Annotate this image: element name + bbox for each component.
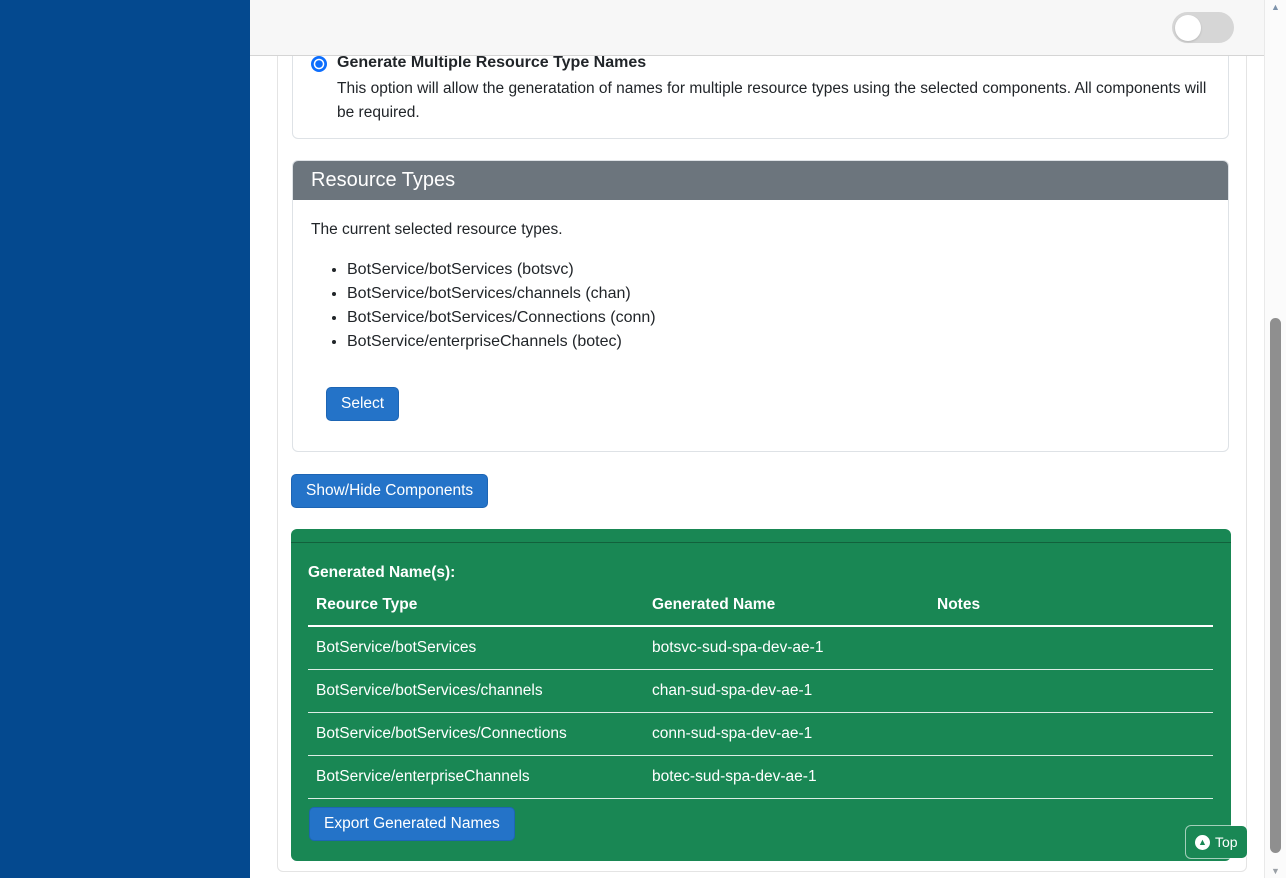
cell-resource-type: BotService/enterpriseChannels	[308, 756, 644, 799]
cell-notes	[929, 626, 1213, 670]
back-to-top-label: Top	[1215, 834, 1238, 850]
top-bar	[250, 0, 1264, 56]
toggle-knob[interactable]	[1175, 15, 1201, 41]
scrollbar-thumb[interactable]	[1270, 318, 1281, 853]
resource-type-list: BotService/botServices (botsvc) BotServi…	[311, 258, 656, 354]
cell-resource-type: BotService/botServices/channels	[308, 670, 644, 713]
resource-types-card: Resource Types The current selected reso…	[292, 160, 1229, 452]
generated-names-panel: Generated Name(s): Reource Type Generate…	[291, 529, 1231, 861]
option-title: Generate Multiple Resource Type Names	[337, 54, 646, 72]
column-header-resource-type: Reource Type	[308, 590, 644, 626]
cell-notes	[929, 670, 1213, 713]
list-item: BotService/botServices/Connections (conn…	[347, 306, 656, 330]
cell-generated-name: chan-sud-spa-dev-ae-1	[644, 670, 929, 713]
table-row: BotService/enterpriseChannels botec-sud-…	[308, 756, 1213, 799]
column-header-generated-name: Generated Name	[644, 590, 929, 626]
column-header-notes: Notes	[929, 590, 1213, 626]
radio-generate-multiple[interactable]	[311, 56, 327, 72]
export-generated-names-button[interactable]: Export Generated Names	[309, 807, 515, 841]
list-item: BotService/botServices (botsvc)	[347, 258, 656, 282]
cell-notes	[929, 756, 1213, 799]
generated-names-title: Generated Name(s):	[308, 564, 455, 582]
scrollbar[interactable]: ▲ ▼	[1264, 0, 1286, 878]
scrollbar-up-icon[interactable]: ▲	[1265, 2, 1286, 12]
back-to-top-button[interactable]: ▲ Top	[1186, 826, 1247, 858]
cell-resource-type: BotService/botServices	[308, 626, 644, 670]
generated-names-table: Reource Type Generated Name Notes BotSer…	[308, 590, 1213, 799]
cell-generated-name: botec-sud-spa-dev-ae-1	[644, 756, 929, 799]
cell-generated-name: conn-sud-spa-dev-ae-1	[644, 713, 929, 756]
table-row: BotService/botServices/channels chan-sud…	[308, 670, 1213, 713]
show-hide-components-button[interactable]: Show/Hide Components	[291, 474, 488, 508]
cell-notes	[929, 713, 1213, 756]
resource-types-header: Resource Types	[293, 161, 1228, 200]
panel-header-strip	[291, 529, 1231, 543]
app-screen: Generate Multiple Resource Type Names Th…	[0, 0, 1286, 878]
arrow-up-circle-icon: ▲	[1195, 835, 1210, 850]
resource-types-intro: The current selected resource types.	[311, 221, 563, 239]
table-header-row: Reource Type Generated Name Notes	[308, 590, 1213, 626]
scrollbar-down-icon[interactable]: ▼	[1265, 866, 1286, 876]
list-item: BotService/enterpriseChannels (botec)	[347, 330, 656, 354]
table-row: BotService/botServices botsvc-sud-spa-de…	[308, 626, 1213, 670]
list-item: BotService/botServices/channels (chan)	[347, 282, 656, 306]
sidebar	[0, 0, 250, 878]
cell-generated-name: botsvc-sud-spa-dev-ae-1	[644, 626, 929, 670]
option-description: This option will allow the generatation …	[337, 77, 1209, 125]
toggle-switch[interactable]	[1172, 12, 1234, 43]
select-button[interactable]: Select	[326, 387, 399, 421]
cell-resource-type: BotService/botServices/Connections	[308, 713, 644, 756]
table-row: BotService/botServices/Connections conn-…	[308, 713, 1213, 756]
